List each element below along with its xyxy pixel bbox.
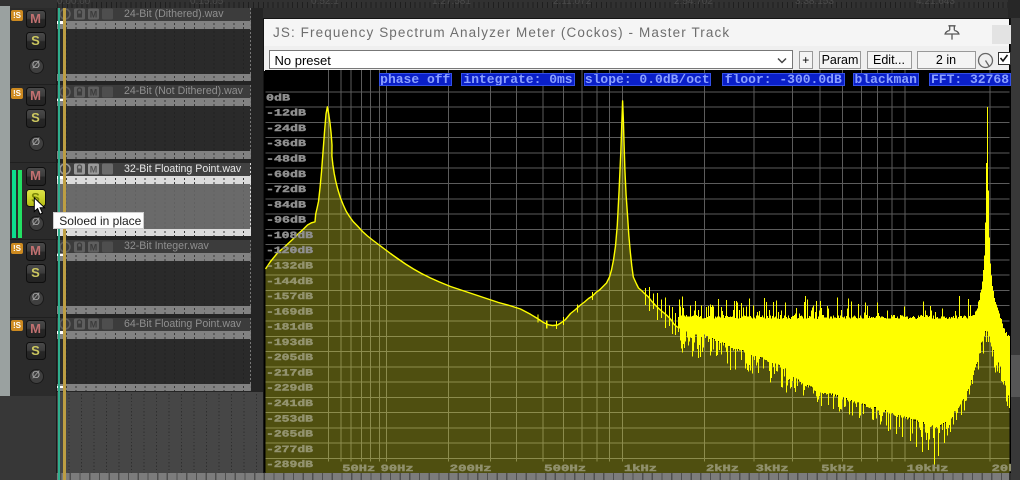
svg-text:-60dB: -60dB <box>266 169 306 180</box>
svg-text:-157dB: -157dB <box>266 291 313 302</box>
svg-text:-84dB: -84dB <box>266 199 306 210</box>
svg-text:-96dB: -96dB <box>266 215 306 226</box>
svg-text:50Hz: 50Hz <box>342 463 375 473</box>
svg-text:-72dB: -72dB <box>266 184 306 195</box>
svg-text:0dB: 0dB <box>266 92 290 103</box>
svg-text:M: M <box>90 320 98 330</box>
svg-text:-144dB: -144dB <box>266 276 313 287</box>
svg-text:90Hz: 90Hz <box>380 463 413 473</box>
svg-text:-241dB: -241dB <box>266 398 313 409</box>
svg-text:10kHz: 10kHz <box>906 463 948 473</box>
svg-text:M: M <box>90 10 98 20</box>
svg-text:-169dB: -169dB <box>266 306 313 317</box>
svg-text:-48dB: -48dB <box>266 154 306 165</box>
svg-text:-193dB: -193dB <box>266 337 313 348</box>
svg-text:1kHz: 1kHz <box>624 463 657 473</box>
svg-text:200Hz: 200Hz <box>449 463 491 473</box>
svg-text:-277dB: -277dB <box>266 444 313 455</box>
svg-text:-108dB: -108dB <box>266 230 313 241</box>
svg-text:20kH: 20kH <box>991 463 1010 473</box>
svg-text:-265dB: -265dB <box>266 429 313 440</box>
svg-text:-253dB: -253dB <box>266 413 313 424</box>
svg-text:-132dB: -132dB <box>266 261 313 272</box>
svg-text:-289dB: -289dB <box>266 459 313 470</box>
svg-text:-181dB: -181dB <box>266 322 313 333</box>
svg-text:-12dB: -12dB <box>266 108 306 119</box>
svg-text:M: M <box>90 87 98 97</box>
svg-text:3kHz: 3kHz <box>755 463 788 473</box>
svg-text:-205dB: -205dB <box>266 352 313 363</box>
svg-text:-217dB: -217dB <box>266 367 313 378</box>
svg-text:-24dB: -24dB <box>266 123 306 134</box>
svg-text:-229dB: -229dB <box>266 383 313 394</box>
svg-text:-36dB: -36dB <box>266 138 306 149</box>
svg-text:500Hz: 500Hz <box>544 463 586 473</box>
svg-text:-120dB: -120dB <box>266 245 313 256</box>
svg-text:M: M <box>90 242 98 252</box>
svg-text:5kHz: 5kHz <box>821 463 854 473</box>
svg-text:M: M <box>90 165 98 175</box>
svg-text:2kHz: 2kHz <box>706 463 739 473</box>
